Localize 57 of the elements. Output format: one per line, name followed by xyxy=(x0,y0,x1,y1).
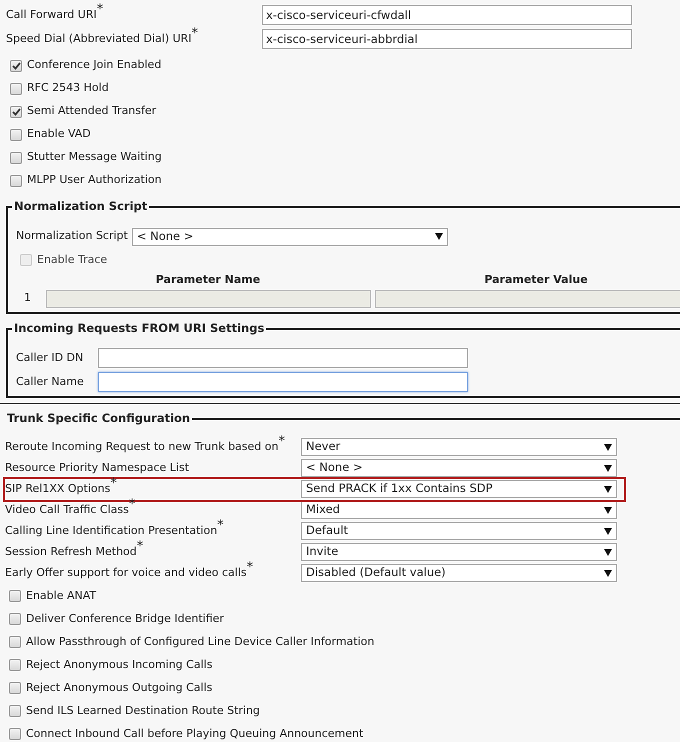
dropdown[interactable]: Invite xyxy=(301,543,617,561)
checkbox[interactable] xyxy=(10,128,22,140)
checkbox-label: Enable VAD xyxy=(27,126,91,142)
checkbox[interactable] xyxy=(10,174,22,186)
checkbox-label: Deliver Conference Bridge Identifier xyxy=(26,610,224,627)
field-label: Caller ID DN xyxy=(16,350,84,366)
checkbox[interactable] xyxy=(9,613,21,625)
checkbox[interactable] xyxy=(9,705,21,717)
checkbox-label: Conference Join Enabled xyxy=(27,57,162,74)
row-number: 1 xyxy=(23,290,32,306)
checkbox-label: Stutter Message Waiting xyxy=(27,149,162,166)
caret-icon xyxy=(604,570,612,576)
section-legend: Trunk Specific Configuration xyxy=(5,411,192,426)
dropdown[interactable]: Mixed xyxy=(301,501,617,519)
caret-icon xyxy=(604,528,612,534)
caret-icon xyxy=(604,464,612,472)
checkbox[interactable] xyxy=(9,659,21,671)
dropdown[interactable]: Never xyxy=(301,438,617,456)
field-label: Caller Name xyxy=(16,374,85,390)
checkbox-label: Reject Anonymous Incoming Calls xyxy=(26,656,212,673)
text-field[interactable]: x-cisco-serviceuri-cfwdall xyxy=(262,5,632,25)
field-label: Resource Priority Namespace List xyxy=(5,460,190,476)
checkbox[interactable] xyxy=(9,590,21,602)
checkbox-label: Send ILS Learned Destination Route String xyxy=(26,702,260,719)
column-header: Parameter Value xyxy=(483,272,589,288)
caret-icon xyxy=(604,506,612,514)
dropdown[interactable]: Send PRACK if 1xx Contains SDP xyxy=(301,480,617,498)
section-legend: Normalization Script xyxy=(12,199,150,214)
checkbox-label: Enable ANAT xyxy=(26,588,96,604)
checkbox-label: Enable Trace xyxy=(37,252,108,268)
checkbox-label: Allow Passthrough of Configured Line Device Caller Information xyxy=(26,634,374,650)
section-legend: Incoming Requests FROM URI Settings xyxy=(12,320,266,336)
checkbox-label: Reject Anonymous Outgoing Calls xyxy=(26,680,212,696)
dropdown[interactable]: Default xyxy=(301,522,617,540)
field-label: Normalization Script xyxy=(16,228,128,244)
checkbox[interactable] xyxy=(10,60,22,72)
text-field[interactable]: x-cisco-serviceuri-abbrdial xyxy=(262,29,632,49)
caret-icon xyxy=(604,548,612,556)
dropdown[interactable]: < None > xyxy=(132,228,448,246)
column-header: Parameter Name xyxy=(154,272,262,288)
checkbox-label: Connect Inbound Call before Playing Queuing Announcement xyxy=(26,726,364,742)
caret-icon xyxy=(604,444,612,450)
checkbox[interactable] xyxy=(9,728,21,740)
dropdown[interactable]: Disabled (Default value) xyxy=(301,564,617,582)
checkbox[interactable] xyxy=(10,106,22,118)
checkbox[interactable] xyxy=(9,636,21,648)
caret-icon xyxy=(434,233,443,240)
text-field[interactable] xyxy=(98,372,468,392)
dropdown[interactable]: < None > xyxy=(301,459,617,477)
checkbox-label: RFC 2543 Hold xyxy=(27,80,109,96)
checkbox-label: MLPP User Authorization xyxy=(27,172,162,188)
caret-icon xyxy=(604,486,612,492)
checkbox[interactable] xyxy=(10,152,22,164)
checkbox[interactable] xyxy=(9,682,21,694)
text-field[interactable] xyxy=(98,348,468,368)
checkbox[interactable] xyxy=(10,82,22,94)
checkbox-label: Semi Attended Transfer xyxy=(27,103,156,120)
